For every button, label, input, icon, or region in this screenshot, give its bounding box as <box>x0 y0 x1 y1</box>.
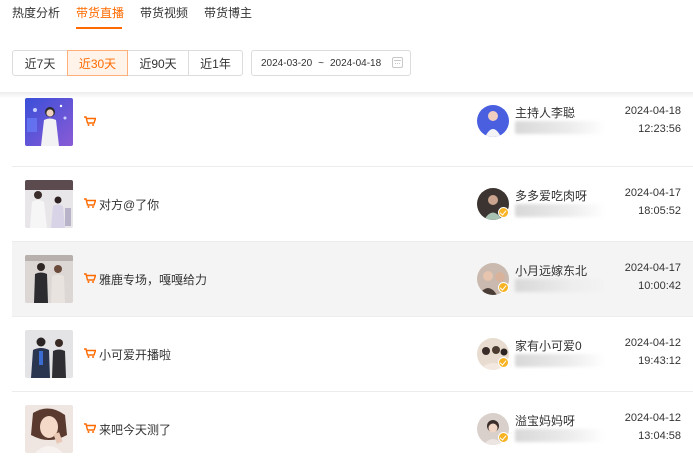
author-name[interactable]: 溢宝妈妈呀 <box>515 412 575 429</box>
tab-bloggers[interactable]: 带货博主 <box>204 4 252 21</box>
date-range-separator: ~ <box>318 57 324 69</box>
author-name[interactable]: 家有小可爱0 <box>515 337 582 354</box>
shopping-cart-icon <box>84 348 96 358</box>
list-item[interactable]: 对方@了你 多多爱吃肉呀 2024-04-17 18:05:52 <box>12 167 693 242</box>
list-item[interactable]: 来吧今天测了 溢宝妈妈呀 2024-04-12 13:04:58 <box>12 392 693 460</box>
range-30d-button[interactable]: 近30天 <box>67 50 128 76</box>
live-thumbnail[interactable] <box>25 180 73 228</box>
tab-live-sales[interactable]: 带货直播 <box>76 4 124 21</box>
author-name[interactable]: 主持人李聪 <box>515 104 575 121</box>
blurred-author-id <box>515 429 605 442</box>
tab-video-sales[interactable]: 带货视频 <box>140 4 188 21</box>
live-title[interactable]: 来吧今天测了 <box>99 421 171 438</box>
list-item[interactable]: 小可爱开播啦 家有小可爱0 2024-04-12 19:43:12 <box>12 317 693 392</box>
live-date: 2024-04-17 <box>624 262 681 274</box>
verified-badge-icon <box>498 282 509 293</box>
range-90d-button[interactable]: 近90天 <box>127 50 189 76</box>
live-date: 2024-04-12 <box>624 412 681 424</box>
date-range-end: 2024-04-18 <box>330 57 382 69</box>
content-tabs: 热度分析 带货直播 带货视频 带货博主 <box>0 0 693 31</box>
verified-badge-icon <box>498 207 509 218</box>
verified-badge-icon <box>498 357 509 368</box>
live-time: 13:04:58 <box>638 430 681 442</box>
live-title[interactable]: 小可爱开播啦 <box>99 346 171 363</box>
calendar-icon <box>392 57 403 68</box>
range-1y-button[interactable]: 近1年 <box>188 50 243 76</box>
time-range-group: 近7天 近30天 近90天 近1年 <box>12 50 243 76</box>
live-time: 19:43:12 <box>638 355 681 367</box>
shopping-cart-icon <box>84 273 96 283</box>
live-time: 18:05:52 <box>638 205 681 217</box>
live-thumbnail[interactable] <box>25 98 73 146</box>
avatar[interactable] <box>477 105 509 137</box>
live-thumbnail[interactable] <box>25 330 73 378</box>
blurred-author-id <box>515 204 605 217</box>
live-date: 2024-04-12 <box>624 337 681 349</box>
live-time: 12:23:56 <box>638 123 681 135</box>
live-title[interactable]: 雅鹿专场，嘎嘎给力 <box>99 271 207 288</box>
blurred-author-id <box>515 121 605 134</box>
range-7d-button[interactable]: 近7天 <box>12 50 68 76</box>
live-thumbnail[interactable] <box>25 405 73 453</box>
live-date: 2024-04-18 <box>624 105 681 117</box>
live-time: 10:00:42 <box>638 280 681 292</box>
list-item[interactable]: 雅鹿专场，嘎嘎给力 小月远嫁东北 2024-04-17 10:00:42 <box>12 242 693 317</box>
blurred-author-id <box>515 354 605 367</box>
live-list: 主持人李聪 2024-04-18 12:23:56 对方@了你 多多爱吃肉呀 2… <box>12 92 693 460</box>
tab-heat-analysis[interactable]: 热度分析 <box>12 4 60 21</box>
shopping-cart-icon <box>84 423 96 433</box>
blurred-author-id <box>515 279 605 292</box>
active-tab-indicator <box>76 27 122 29</box>
live-title[interactable]: 对方@了你 <box>99 196 159 213</box>
date-range-start: 2024-03-20 <box>261 57 313 69</box>
shopping-cart-icon <box>84 198 96 208</box>
live-thumbnail[interactable] <box>25 255 73 303</box>
author-name[interactable]: 小月远嫁东北 <box>515 262 587 279</box>
list-item[interactable]: 主持人李聪 2024-04-18 12:23:56 <box>12 92 693 167</box>
author-name[interactable]: 多多爱吃肉呀 <box>515 187 587 204</box>
date-range-picker[interactable]: 2024-03-20 ~ 2024-04-18 <box>251 50 411 76</box>
verified-badge-icon <box>498 432 509 443</box>
shopping-cart-icon <box>84 116 96 126</box>
live-date: 2024-04-17 <box>624 187 681 199</box>
